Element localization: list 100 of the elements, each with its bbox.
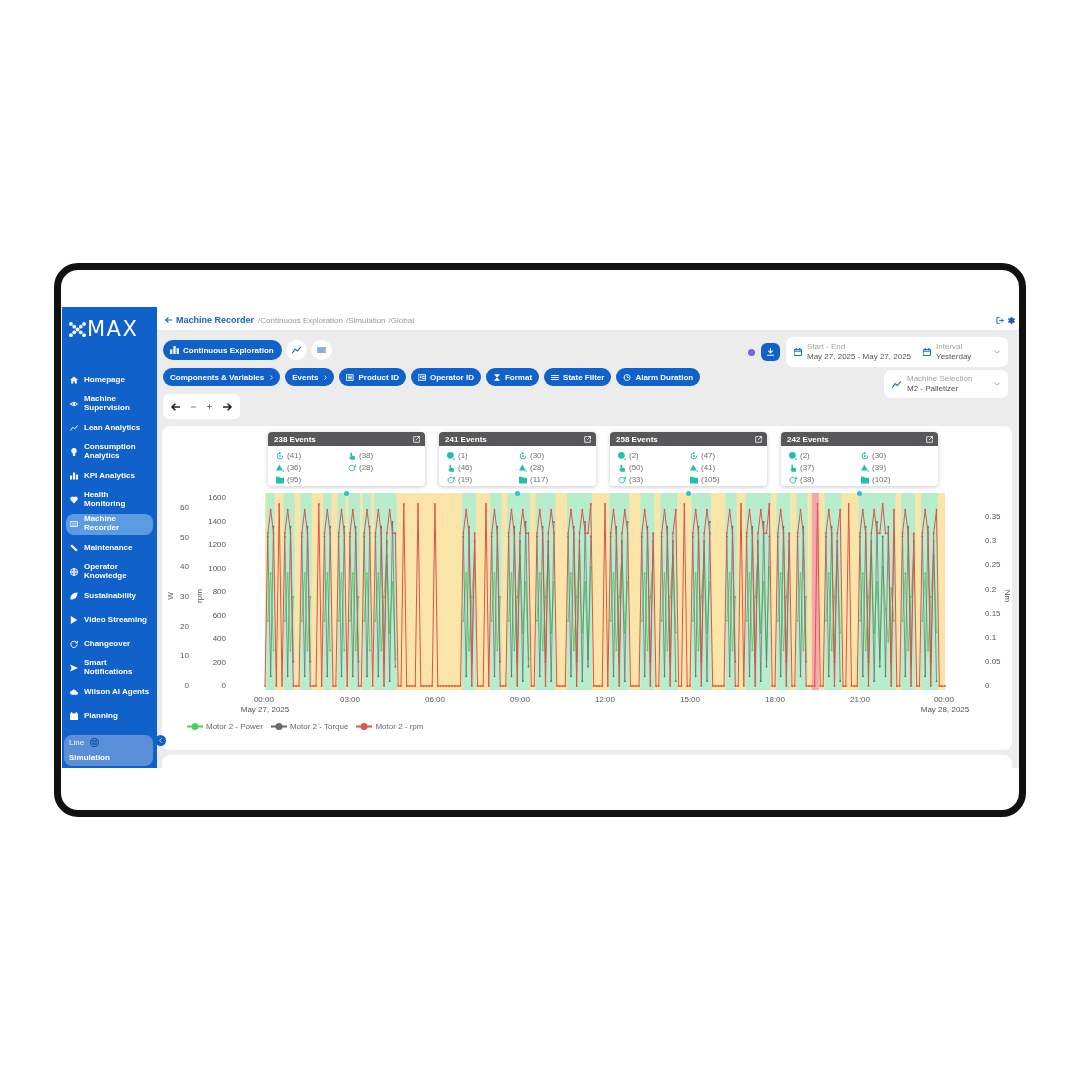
axis-title: Nm: [1002, 589, 1012, 603]
axis-tick-label: 0: [221, 681, 226, 691]
sidebar-item[interactable]: Wilson AI Agents: [66, 681, 153, 703]
sidebar-item[interactable]: Changeover: [66, 633, 153, 655]
chevron-down-icon: [994, 350, 1000, 354]
axis-tick-label: 15:00: [680, 695, 700, 705]
legend-label[interactable]: Motor 2 - rpm: [375, 722, 424, 731]
lightbulb-icon: [70, 448, 78, 456]
event-count: (33): [629, 475, 644, 484]
event-count-title: 241 Events: [445, 434, 487, 444]
line-selector-card[interactable]: Line Simulation: [64, 735, 153, 766]
arrow-left-icon[interactable]: [171, 402, 181, 411]
axis-tick-label: 800: [212, 587, 226, 597]
sidebar-item[interactable]: Operator Knowledge: [66, 561, 153, 583]
keyboard-icon: [70, 520, 78, 528]
filter-button[interactable]: Operator ID: [410, 368, 481, 386]
sidebar-item[interactable]: Maintenance: [66, 537, 153, 559]
settings-icon[interactable]: [1008, 316, 1015, 324]
legend-label[interactable]: Motor 2 - Power: [206, 722, 263, 731]
sidebar-item[interactable]: Machine Supervision: [66, 393, 153, 415]
axis-tick-label: 00:00 May 28, 2025: [920, 695, 970, 715]
event-marker-icon[interactable]: [515, 491, 520, 496]
trend-line-icon: [892, 380, 901, 388]
arrow-left-icon[interactable]: [165, 317, 172, 323]
filter-button[interactable]: Product ID: [339, 368, 406, 386]
circular-arrow-icon: [690, 451, 698, 460]
calendar-icon: [923, 348, 932, 356]
event-count: (2): [800, 451, 810, 460]
axis-tick-label: 60: [180, 503, 189, 513]
event-count: (105): [701, 475, 720, 484]
filter-button[interactable]: State Filter: [544, 368, 612, 386]
refresh-icon: [618, 475, 626, 484]
event-count: (28): [359, 463, 374, 472]
sidebar-item[interactable]: Consumption Analytics: [66, 441, 153, 463]
axis-tick-label: 00:00 May 27, 2025: [240, 695, 290, 715]
external-link-icon[interactable]: [413, 435, 420, 443]
wrench-icon: [70, 544, 78, 552]
status-dot-icon: [748, 348, 755, 356]
axis-tick-label: 1400: [208, 516, 226, 526]
collapse-button[interactable]: [155, 735, 166, 746]
calendar-icon: [70, 712, 78, 720]
legend-label[interactable]: Motor 2 - Torque: [289, 722, 349, 731]
event-count: (95): [287, 475, 302, 484]
folder-icon: [690, 475, 698, 484]
circular-arrow-icon: [276, 451, 284, 460]
filter-button[interactable]: Alarm Duration: [616, 368, 701, 386]
event-count: (102): [872, 475, 891, 484]
event-marker-icon[interactable]: [344, 491, 349, 496]
trend-line-icon: [70, 424, 78, 432]
breadcrumb-link[interactable]: /Global: [388, 315, 414, 325]
period-select[interactable]: Interval Yesterday: [923, 342, 1000, 362]
sidebar-item[interactable]: Lean Analytics: [66, 417, 153, 439]
arrow-right-icon[interactable]: [222, 402, 232, 411]
sign-out-icon[interactable]: [996, 316, 1004, 324]
axis-tick-label: 0.35: [985, 512, 1001, 522]
machine-select[interactable]: Machine Selection M2 - Palletizer: [884, 370, 1008, 398]
list-icon: [346, 373, 355, 381]
event-count: (28): [530, 463, 545, 472]
id-card-icon: [417, 373, 426, 381]
axis-tick-label: 12:00: [595, 695, 615, 705]
warning-triangle-icon: [519, 463, 527, 472]
event-marker-icon[interactable]: [857, 491, 862, 496]
axis-tick-label: 09:00: [510, 695, 530, 705]
view-tab[interactable]: Continuous Exploration: [163, 340, 282, 360]
circular-arrow-icon: [861, 451, 869, 460]
list-icon: [316, 346, 326, 354]
sidebar-item[interactable]: Health Monitoring: [66, 489, 153, 511]
refresh-icon: [789, 475, 797, 484]
sidebar-item[interactable]: KPI Analytics: [66, 465, 153, 487]
axis-tick-label: 0.1: [985, 632, 997, 642]
external-link-icon[interactable]: [584, 435, 591, 443]
date-range-field[interactable]: Start - End May 27, 2025 - May 27, 2025: [794, 342, 912, 362]
paper-plane-icon: [70, 664, 78, 672]
sidebar-item[interactable]: Planning: [66, 705, 153, 727]
event-count: (50): [629, 463, 644, 472]
event-count: (41): [701, 463, 716, 472]
breadcrumb-link[interactable]: /Simulation: [346, 315, 386, 325]
leaf-icon: [70, 592, 78, 600]
external-link-icon[interactable]: [755, 435, 762, 443]
external-link-icon[interactable]: [926, 435, 933, 443]
filter-button[interactable]: Format: [485, 368, 540, 386]
sidebar-item[interactable]: Smart Notifications: [66, 657, 153, 679]
sidebar-item[interactable]: Sustainability: [66, 585, 153, 607]
download-button[interactable]: [761, 343, 780, 361]
menu-button[interactable]: Components & Variables: [163, 368, 281, 386]
sidebar-item[interactable]: Homepage: [66, 369, 153, 391]
axis-tick-label: 1600: [208, 493, 226, 503]
axis-tick-label: 03:00: [340, 695, 360, 705]
hand-icon: [348, 451, 356, 460]
folder-icon: [276, 475, 284, 484]
breadcrumb-link[interactable]: /Continuous Exploration: [258, 315, 343, 325]
menu-button[interactable]: Events: [285, 368, 335, 386]
event-marker-icon[interactable]: [686, 491, 691, 496]
line-label: Line: [69, 738, 85, 748]
zoom-in-icon[interactable]: [206, 404, 212, 409]
sidebar-item[interactable]: Video Streaming: [66, 609, 153, 631]
view-tab[interactable]: [285, 340, 307, 360]
chevron-left-icon: [159, 738, 162, 743]
bar-chart-icon: [170, 346, 179, 354]
line-value: Simulation: [69, 753, 111, 763]
